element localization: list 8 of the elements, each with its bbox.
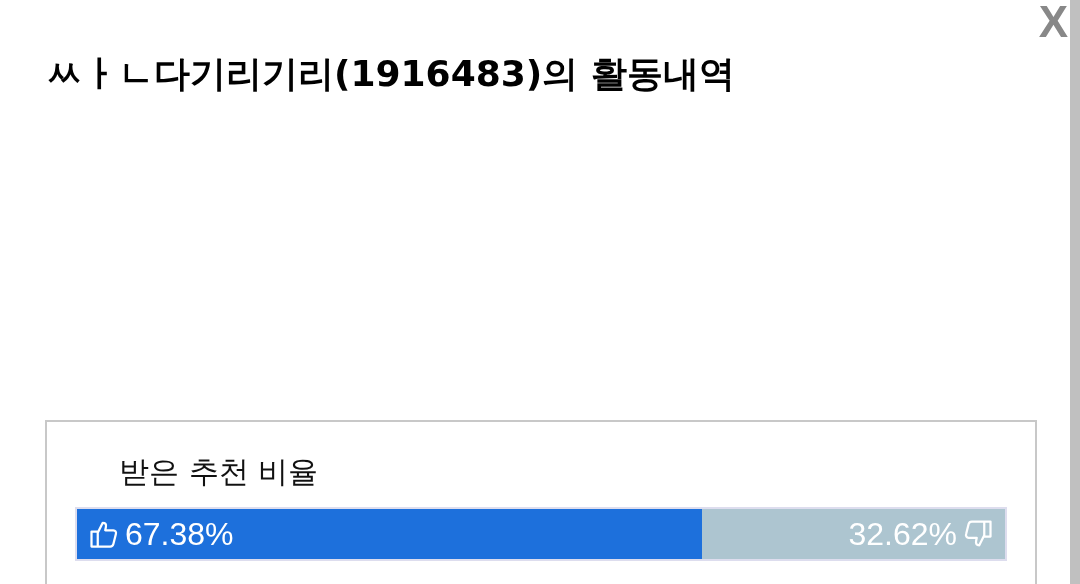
down-percentage: 32.62%: [848, 515, 957, 553]
scrollbar[interactable]: [1070, 0, 1080, 584]
ratio-label: 받은 추천 비율: [118, 453, 320, 491]
page-title: ㅆㅏㄴ다기리기리(1916483)의 활동내역: [46, 52, 735, 96]
thumbs-up-icon: [89, 519, 119, 549]
up-percentage: 67.38%: [125, 515, 234, 553]
close-button[interactable]: X: [1036, 0, 1070, 44]
thumbs-down-icon: [963, 519, 993, 549]
